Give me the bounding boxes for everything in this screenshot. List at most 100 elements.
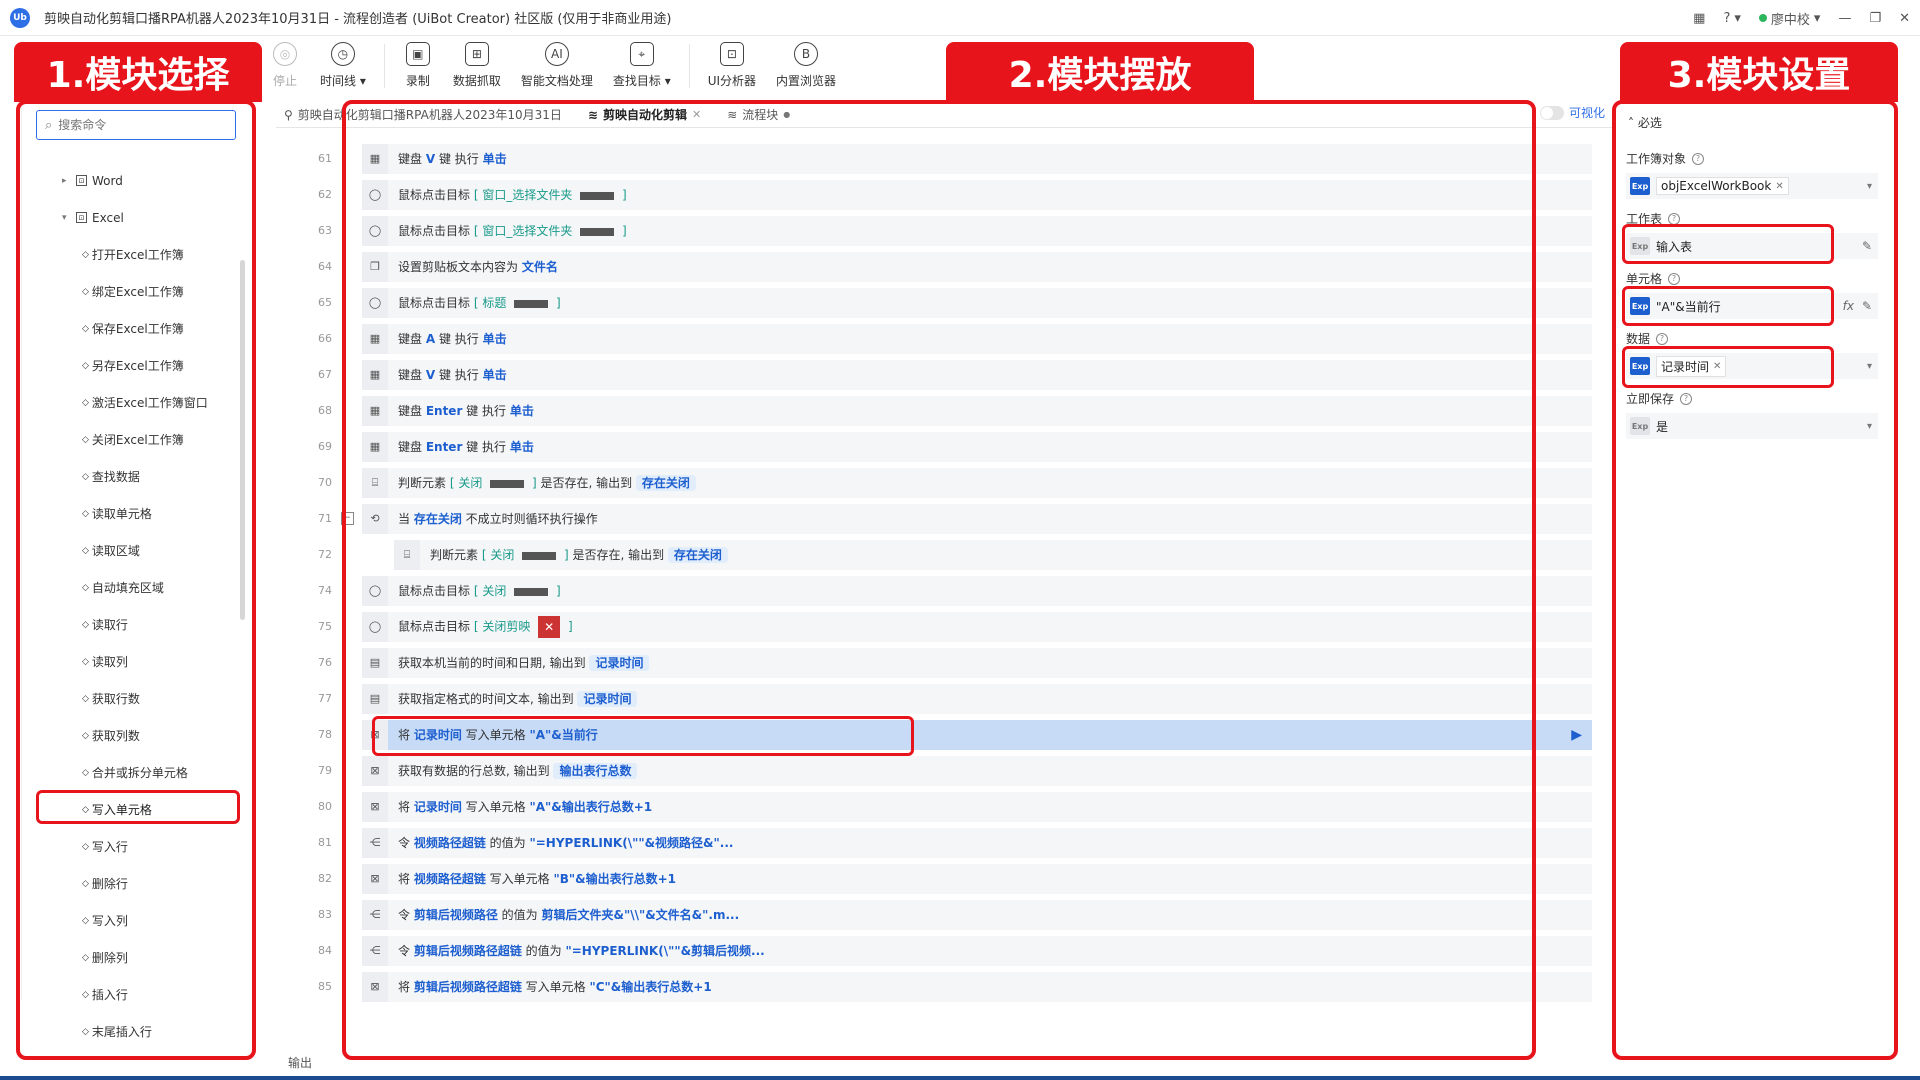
code-line[interactable]: 69 ▦ 键盘 Enter 键 执行 单击 — [276, 430, 1606, 463]
cell-field[interactable]: Exp "A"&当前行 fx ✎ — [1626, 293, 1878, 319]
code-line-content[interactable]: ◯ 鼠标点击目标 [ 窗口_选择文件夹 ] — [362, 215, 1592, 246]
code-line-content[interactable]: ◯ 鼠标点击目标 [ 关闭 ] — [362, 575, 1592, 606]
command-item[interactable]: ◇ 插入行 — [28, 976, 260, 1013]
code-line[interactable]: 79 ⊠ 获取有数据的行总数, 输出到 输出表行总数 — [276, 754, 1606, 787]
code-line[interactable]: 64 ❐ 设置剪贴板文本内容为 文件名 — [276, 250, 1606, 283]
visual-mode-toggle[interactable]: 可视化 — [1540, 104, 1605, 121]
command-item[interactable]: ◇ 读取列 — [28, 643, 260, 680]
command-item[interactable]: ◇ 写入单元格 — [28, 791, 260, 828]
remove-icon[interactable]: ✕ — [1713, 361, 1721, 372]
command-item[interactable]: ◇ 写入列 — [28, 902, 260, 939]
save-now-select[interactable]: Exp 是 ▾ — [1626, 413, 1878, 439]
required-section-header[interactable]: ˄ 必选 — [1628, 114, 1662, 131]
toolbar-button[interactable]: ⊞ 数据抓取 — [443, 36, 511, 89]
code-line[interactable]: 83 ⋲ 令 剪辑后视频路径 的值为 剪辑后文件夹&"\\"&文件名&".m... — [276, 898, 1606, 931]
command-item[interactable]: ◇ 关闭Excel工作簿 — [28, 421, 260, 458]
code-line-content[interactable]: ⊠ 将 记录时间 写入单元格 "A"&当前行 ▶ — [362, 719, 1592, 750]
minimize-icon[interactable]: — — [1838, 11, 1851, 26]
user-menu[interactable]: 廖中校 ▾ — [1758, 9, 1820, 28]
code-line-content[interactable]: ◯ 鼠标点击目标 [ 窗口_选择文件夹 ] — [362, 179, 1592, 210]
collapse-icon[interactable]: − — [340, 512, 354, 525]
code-line-content[interactable]: ⊠ 获取有数据的行总数, 输出到 输出表行总数 — [362, 755, 1592, 786]
toolbar-button[interactable]: ⌖ 查找目标 ▾ — [603, 36, 681, 89]
help-icon[interactable]: ? — [1656, 332, 1669, 345]
code-line[interactable]: 80 ⊠ 将 记录时间 写入单元格 "A"&输出表行总数+1 — [276, 790, 1606, 823]
code-line[interactable]: 76 ▤ 获取本机当前的时间和日期, 输出到 记录时间 — [276, 646, 1606, 679]
command-item[interactable]: ◇ 读取行 — [28, 606, 260, 643]
command-item[interactable]: ◇ 删除行 — [28, 865, 260, 902]
code-line[interactable]: 71− ⟲ 当 存在关闭 不成立时则循环执行操作 — [276, 502, 1606, 535]
search-box[interactable]: ⌕ — [36, 110, 236, 140]
code-line[interactable]: 62 ◯ 鼠标点击目标 [ 窗口_选择文件夹 ] — [276, 178, 1606, 211]
command-item[interactable]: ◇ 读取区域 — [28, 532, 260, 569]
code-line-content[interactable]: ▦ 键盘 Enter 键 执行 单击 — [362, 431, 1592, 462]
grid-icon[interactable]: ▦ — [1693, 11, 1705, 26]
data-field[interactable]: Exp 记录时间 ✕ ▾ — [1626, 353, 1878, 379]
code-line-content[interactable]: ▦ 键盘 A 键 执行 单击 — [362, 323, 1592, 354]
command-item[interactable]: ◇ 删除列 — [28, 939, 260, 976]
code-line-content[interactable]: ▦ 键盘 V 键 执行 单击 — [362, 143, 1592, 174]
chevron-down-icon[interactable]: ▾ — [1867, 361, 1872, 372]
command-item[interactable]: ◇ 保存Excel工作簿 — [28, 310, 260, 347]
code-line-content[interactable]: ⊠ 将 剪辑后视频路径超链 写入单元格 "C"&输出表行总数+1 — [362, 971, 1592, 1002]
code-line[interactable]: 77 ▤ 获取指定格式的时间文本, 输出到 记录时间 — [276, 682, 1606, 715]
chevron-down-icon[interactable]: ▾ — [1867, 421, 1872, 432]
remove-icon[interactable]: ✕ — [1775, 181, 1783, 192]
code-line[interactable]: 82 ⊠ 将 视频路径超链 写入单元格 "B"&输出表行总数+1 — [276, 862, 1606, 895]
command-item[interactable]: ◇ 绑定Excel工作簿 — [28, 273, 260, 310]
code-line[interactable]: 70 ⌸ 判断元素 [ 关闭 ] 是否存在, 输出到 存在关闭 — [276, 466, 1606, 499]
close-icon[interactable]: ✕ — [692, 108, 701, 121]
code-line-content[interactable]: ⊠ 将 视频路径超链 写入单元格 "B"&输出表行总数+1 — [362, 863, 1592, 894]
restore-icon[interactable]: ❐ — [1869, 11, 1881, 26]
code-line-content[interactable]: ▤ 获取指定格式的时间文本, 输出到 记录时间 — [362, 683, 1592, 714]
code-line[interactable]: 68 ▦ 键盘 Enter 键 执行 单击 — [276, 394, 1606, 427]
expression-toggle[interactable]: Exp — [1630, 297, 1650, 315]
command-item[interactable]: ◇ 读取单元格 — [28, 495, 260, 532]
tree-group-excel[interactable]: ▾ ⊡ Excel — [28, 199, 260, 236]
expression-toggle[interactable]: Exp — [1630, 357, 1650, 375]
help-button[interactable]: ? ▾ — [1723, 11, 1740, 26]
expression-toggle[interactable]: Exp — [1630, 237, 1650, 255]
code-line-content[interactable]: ❐ 设置剪贴板文本内容为 文件名 — [362, 251, 1592, 282]
code-line-content[interactable]: ⊠ 将 记录时间 写入单元格 "A"&输出表行总数+1 — [362, 791, 1592, 822]
edit-icon[interactable]: ✎ — [1862, 239, 1872, 253]
code-line-content[interactable]: ⋲ 令 剪辑后视频路径超链 的值为 "=HYPERLINK(\""&剪辑后视频..… — [362, 935, 1592, 966]
code-line[interactable]: 61 ▦ 键盘 V 键 执行 单击 — [276, 142, 1606, 175]
command-item[interactable]: ◇ 获取行数 — [28, 680, 260, 717]
command-item[interactable]: ◇ 自动填充区域 — [28, 569, 260, 606]
toolbar-button[interactable]: ◷ 时间线 ▾ — [310, 36, 376, 89]
code-line[interactable]: 67 ▦ 键盘 V 键 执行 单击 — [276, 358, 1606, 391]
tree-group-word[interactable]: ▸ ⊡ Word — [28, 162, 260, 199]
command-item[interactable]: ◇ 写入行 — [28, 828, 260, 865]
expression-toggle[interactable]: Exp — [1630, 177, 1650, 195]
function-icon[interactable]: fx — [1843, 299, 1854, 313]
code-line-content[interactable]: ▦ 键盘 V 键 执行 单击 — [362, 359, 1592, 390]
code-line[interactable]: 84 ⋲ 令 剪辑后视频路径超链 的值为 "=HYPERLINK(\""&剪辑后视频… — [276, 934, 1606, 967]
code-line-content[interactable]: ⌸ 判断元素 [ 关闭 ] 是否存在, 输出到 存在关闭 — [362, 467, 1592, 498]
command-item[interactable]: ◇插入列 — [28, 1050, 260, 1060]
output-panel-label[interactable]: 输出 — [288, 1054, 312, 1071]
code-line[interactable]: 85 ⊠ 将 剪辑后视频路径超链 写入单元格 "C"&输出表行总数+1 — [276, 970, 1606, 1003]
command-item[interactable]: ◇ 打开Excel工作簿 — [28, 236, 260, 273]
command-item[interactable]: ◇ 另存Excel工作簿 — [28, 347, 260, 384]
toolbar-button[interactable]: ⊡ UI分析器 — [698, 36, 766, 89]
code-line-content[interactable]: ◯ 鼠标点击目标 [ 标题 ] — [362, 287, 1592, 318]
expression-toggle[interactable]: Exp — [1630, 417, 1650, 435]
toolbar-button[interactable]: AI 智能文档处理 — [511, 36, 603, 89]
sheet-field[interactable]: Exp 输入表 ✎ — [1626, 233, 1878, 259]
code-line[interactable]: 81 ⋲ 令 视频路径超链 的值为 "=HYPERLINK(\""&视频路径&"..… — [276, 826, 1606, 859]
code-line[interactable]: 72 ⌸ 判断元素 [ 关闭 ] 是否存在, 输出到 存在关闭 — [276, 538, 1606, 571]
code-line-content[interactable]: ⌸ 判断元素 [ 关闭 ] 是否存在, 输出到 存在关闭 — [394, 539, 1592, 570]
code-line-content[interactable]: ◯ 鼠标点击目标 [ 关闭剪映 ✕ ] — [362, 611, 1592, 642]
code-line[interactable]: 65 ◯ 鼠标点击目标 [ 标题 ] — [276, 286, 1606, 319]
toolbar-button[interactable]: ▣ 录制 — [393, 36, 443, 89]
code-line-content[interactable]: ▦ 键盘 Enter 键 执行 单击 — [362, 395, 1592, 426]
command-item[interactable]: ◇ 末尾插入行 — [28, 1013, 260, 1050]
command-item[interactable]: ◇ 合并或拆分单元格 — [28, 754, 260, 791]
editor-tab[interactable]: ≋ 剪映自动化剪辑 ✕ — [580, 106, 709, 123]
editor-tab[interactable]: ⚲ 剪映自动化剪辑口播RPA机器人2023年10月31日 — [276, 106, 570, 123]
help-icon[interactable]: ? — [1692, 152, 1705, 165]
code-line-content[interactable]: ⋲ 令 视频路径超链 的值为 "=HYPERLINK(\""&视频路径&"... — [362, 827, 1592, 858]
run-line-icon[interactable]: ▶ — [1571, 727, 1582, 743]
close-icon[interactable]: ✕ — [1899, 11, 1910, 26]
